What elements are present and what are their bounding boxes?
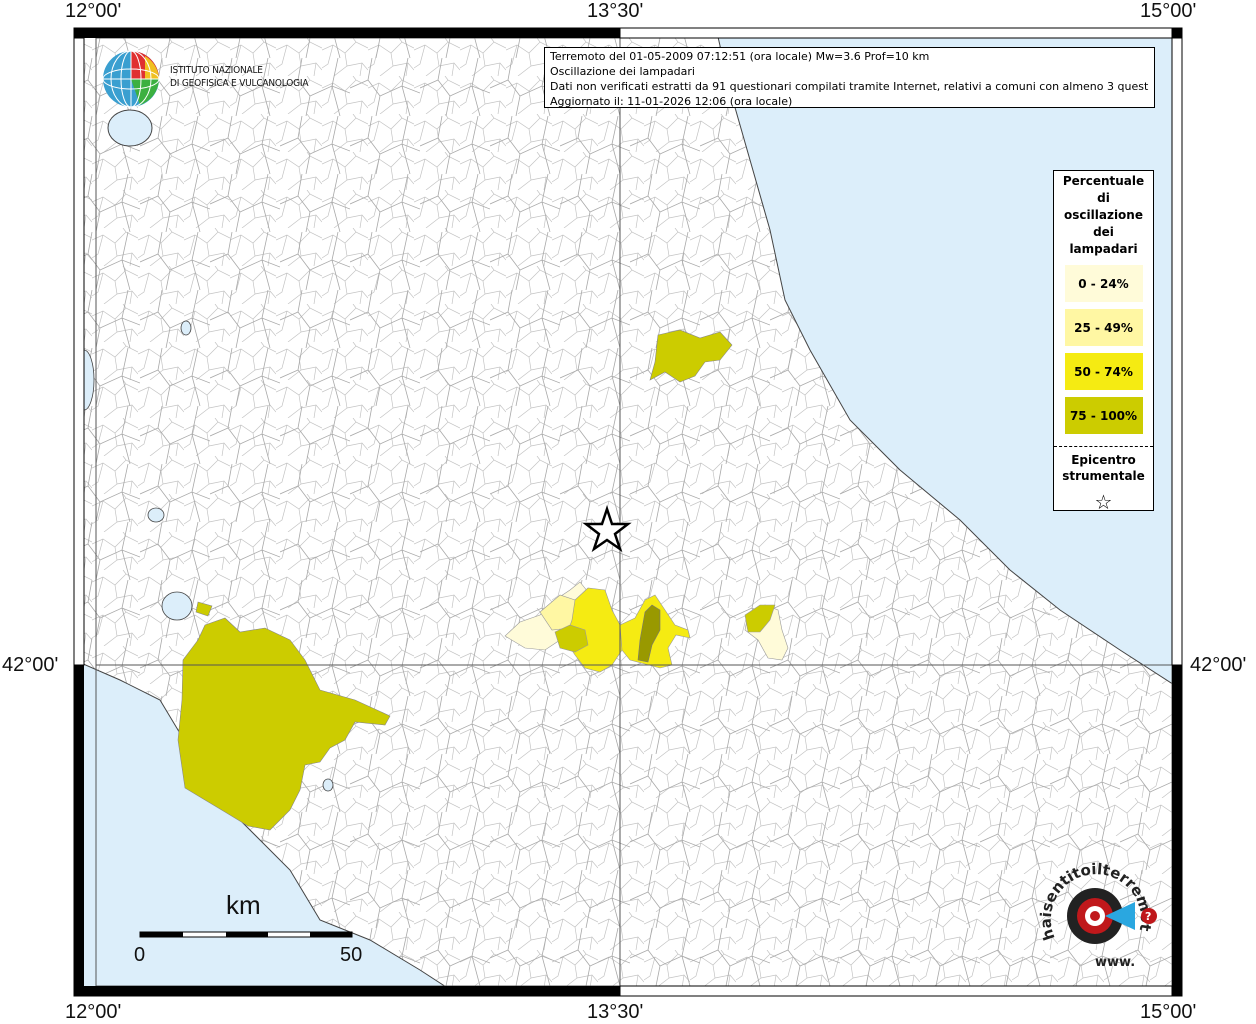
lake-turano bbox=[147, 507, 165, 523]
scale-max: 50 bbox=[340, 944, 363, 966]
updated-timestamp: Aggiornato il: 11-01-2026 12:06 (ora loc… bbox=[550, 95, 793, 108]
scale-bar bbox=[139, 931, 353, 938]
legend: Percentuale di oscillazione dei lampadar… bbox=[1053, 170, 1154, 514]
map-subject: Oscillazione dei lampadari bbox=[550, 65, 695, 78]
coord-top-left: 12°00' bbox=[65, 0, 122, 22]
coord-top-mid: 13°30' bbox=[587, 0, 644, 22]
legend-title: Percentuale di oscillazione dei lampadar… bbox=[1062, 174, 1145, 256]
scale-min: 0 bbox=[134, 944, 146, 966]
ingv-globe-icon bbox=[102, 50, 160, 108]
legend-item-0-24: 0 - 24% bbox=[1064, 265, 1143, 302]
coord-top-right: 15°00' bbox=[1140, 0, 1197, 22]
scale-unit: km bbox=[226, 890, 261, 920]
legend-epicenter-label: Epicentro strumentale bbox=[1062, 453, 1145, 483]
ingv-name-line2: DI GEOFISICA E VULCANOLOGIA bbox=[170, 78, 309, 89]
coord-left-lat: 42°00' bbox=[2, 654, 59, 676]
legend-separator bbox=[1054, 446, 1153, 447]
legend-item-50-74: 50 - 74% bbox=[1064, 353, 1143, 390]
event-info-box: Terremoto del 01-05-2009 07:12:51 (ora l… bbox=[544, 47, 1155, 108]
legend-item-75-100: 75 - 100% bbox=[1064, 397, 1143, 434]
ingv-name: ISTITUTO NAZIONALE DI GEOFISICA E VULCAN… bbox=[170, 64, 309, 90]
legend-star-icon: ☆ bbox=[1094, 490, 1113, 514]
lake-trasimeno bbox=[107, 109, 153, 147]
svg-text:?: ? bbox=[1145, 910, 1151, 923]
event-title: Terremoto del 01-05-2009 07:12:51 (ora l… bbox=[550, 50, 930, 63]
hst-logo-www: www. bbox=[1095, 955, 1135, 970]
lake-bracciano bbox=[161, 591, 193, 621]
coord-bottom-right: 15°00' bbox=[1140, 1001, 1197, 1023]
coord-bottom-left: 12°00' bbox=[65, 1001, 122, 1023]
coord-bottom-mid: 13°30' bbox=[587, 1001, 644, 1023]
legend-item-25-49: 25 - 49% bbox=[1064, 309, 1143, 346]
lake-piediluco bbox=[180, 320, 192, 336]
data-note: Dati non verificati estratti da 91 quest… bbox=[550, 80, 1149, 93]
hst-logo-icon[interactable]: haisentitoilterremoto.it www. ? bbox=[1035, 858, 1165, 973]
ingv-name-line1: ISTITUTO NAZIONALE bbox=[170, 65, 263, 76]
lake-albano bbox=[322, 778, 334, 792]
coord-right-lat: 42°00' bbox=[1190, 654, 1247, 676]
